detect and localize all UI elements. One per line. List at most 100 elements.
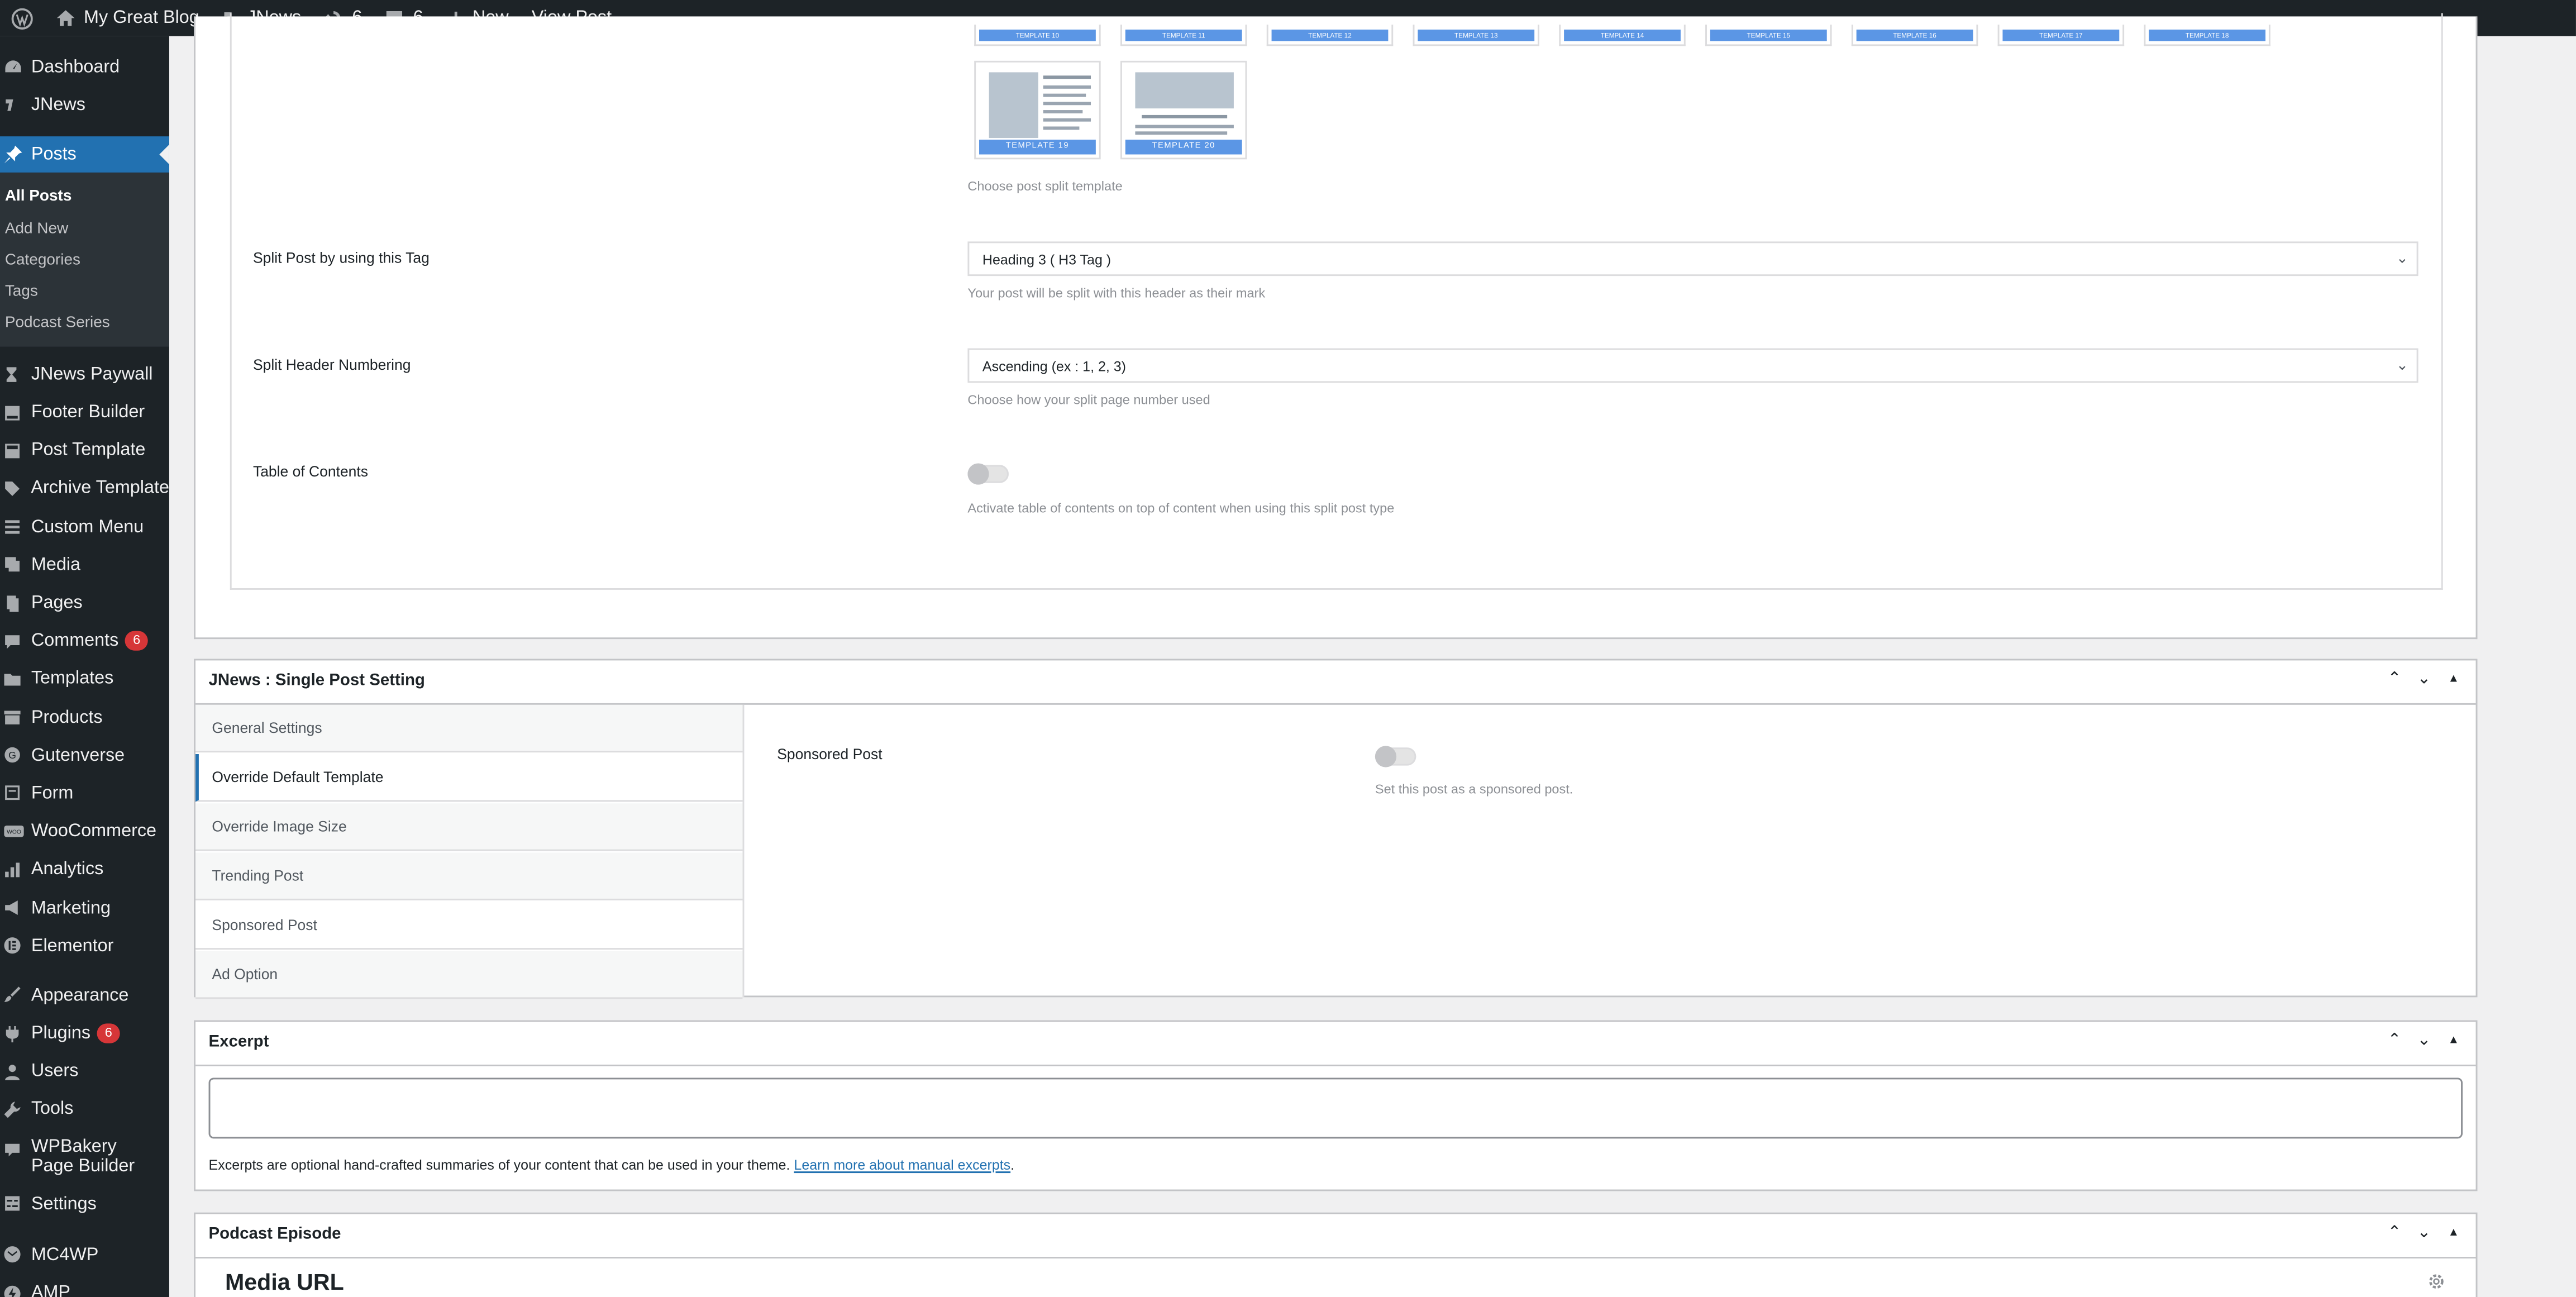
collapse-toggle-icon[interactable]: ▲ bbox=[2445, 674, 2463, 685]
menu-item-pages[interactable]: Pages bbox=[0, 584, 169, 622]
menu-label: Comments bbox=[31, 631, 119, 651]
wordpress-logo-button[interactable] bbox=[0, 0, 44, 36]
archive-icon bbox=[0, 698, 31, 736]
template-strip-option[interactable]: TEMPLATE 13 bbox=[1413, 25, 1539, 46]
menu-item-mc4wp[interactable]: MC4WP bbox=[0, 1236, 169, 1274]
template-label: TEMPLATE 17 bbox=[2002, 29, 2120, 41]
excerpt-textarea[interactable] bbox=[208, 1077, 2463, 1139]
jnews-icon bbox=[0, 86, 31, 124]
single-post-setting-box: JNews : Single Post Setting ⌃ ⌄ ▲ Genera… bbox=[194, 659, 2478, 999]
menu-item-jnews[interactable]: JNews bbox=[0, 85, 169, 123]
submenu-all-posts[interactable]: All Posts bbox=[0, 182, 169, 213]
template-19-option[interactable]: TEMPLATE 19 bbox=[974, 60, 1101, 160]
tab-trending-post[interactable]: Trending Post bbox=[195, 852, 743, 900]
move-up-icon[interactable]: ⌃ bbox=[2386, 670, 2403, 688]
gutenverse-icon: G bbox=[0, 737, 31, 775]
menu-label: Users bbox=[31, 1061, 79, 1082]
submenu-tags[interactable]: Tags bbox=[0, 276, 169, 307]
menu-item-wpbakery[interactable]: WPBakery Page Builder bbox=[0, 1129, 169, 1185]
menu-label: Plugins bbox=[31, 1023, 91, 1044]
move-up-icon[interactable]: ⌃ bbox=[2386, 1032, 2403, 1050]
amp-icon bbox=[0, 1274, 31, 1297]
menu-item-media[interactable]: Media bbox=[0, 546, 169, 584]
menu-item-analytics[interactable]: Analytics bbox=[0, 851, 169, 889]
template-strip-option[interactable]: TEMPLATE 10 bbox=[974, 25, 1101, 46]
wpbakery-icon bbox=[0, 1137, 31, 1160]
numbering-description: Choose how your split page number used bbox=[967, 392, 1210, 408]
template-strip-option[interactable]: TEMPLATE 17 bbox=[1997, 25, 2125, 46]
megaphone-icon bbox=[0, 889, 31, 927]
split-tag-select[interactable]: Heading 3 ( H3 Tag ) ⌄ bbox=[967, 241, 2418, 276]
menu-item-marketing[interactable]: Marketing bbox=[0, 889, 169, 927]
template-label: TEMPLATE 12 bbox=[1271, 29, 1389, 41]
numbering-select[interactable]: Ascending (ex : 1, 2, 3) ⌄ bbox=[967, 348, 2418, 383]
pages-icon bbox=[0, 584, 31, 622]
tab-override-default-template[interactable]: Override Default Template bbox=[195, 754, 743, 802]
menu-item-woocommerce[interactable]: WOO WooCommerce bbox=[0, 813, 169, 851]
menu-label: Custom Menu bbox=[31, 517, 144, 537]
template-strip-option[interactable]: TEMPLATE 15 bbox=[1705, 25, 1832, 46]
menu-item-archive-template[interactable]: Archive Template bbox=[0, 470, 169, 508]
tab-general-settings[interactable]: General Settings bbox=[195, 704, 743, 753]
move-up-icon[interactable]: ⌃ bbox=[2386, 1224, 2403, 1242]
hourglass-icon bbox=[0, 356, 31, 394]
submenu-add-new[interactable]: Add New bbox=[0, 213, 169, 244]
menu-item-dashboard[interactable]: Dashboard bbox=[0, 47, 169, 85]
menu-item-comments[interactable]: Comments 6 bbox=[0, 622, 169, 660]
tab-override-image-size[interactable]: Override Image Size bbox=[195, 803, 743, 851]
gear-icon[interactable] bbox=[2426, 1270, 2446, 1297]
toggle-knob bbox=[967, 463, 989, 485]
menu-item-jnews-paywall[interactable]: JNews Paywall bbox=[0, 355, 169, 393]
menu-label: Pages bbox=[31, 593, 83, 613]
excerpt-help: Excerpts are optional hand-crafted summa… bbox=[209, 1157, 1015, 1173]
template-strip-option[interactable]: TEMPLATE 18 bbox=[2144, 25, 2270, 46]
excerpt-box: Excerpt ⌃ ⌄ ▲ Excerpts are optional hand… bbox=[194, 1020, 2478, 1191]
template-strip-option[interactable]: TEMPLATE 12 bbox=[1266, 25, 1394, 46]
excerpt-learn-more-link[interactable]: Learn more about manual excerpts bbox=[794, 1157, 1010, 1173]
site-name: My Great Blog bbox=[84, 8, 199, 28]
media-icon bbox=[0, 546, 31, 584]
posts-submenu: All Posts Add New Categories Tags Podcas… bbox=[0, 173, 169, 347]
menu-item-products[interactable]: Products bbox=[0, 698, 169, 736]
toc-toggle[interactable] bbox=[967, 463, 1009, 485]
submenu-podcast-series[interactable]: Podcast Series bbox=[0, 307, 169, 338]
template-20-option[interactable]: TEMPLATE 20 bbox=[1120, 60, 1247, 160]
template-strip-option[interactable]: TEMPLATE 11 bbox=[1120, 25, 1247, 46]
menu-item-tools[interactable]: Tools bbox=[0, 1091, 169, 1129]
move-down-icon[interactable]: ⌄ bbox=[2415, 1224, 2433, 1242]
template-strip-option[interactable]: TEMPLATE 14 bbox=[1559, 25, 1686, 46]
template-label: TEMPLATE 11 bbox=[1125, 29, 1242, 41]
menu-item-settings[interactable]: Settings bbox=[0, 1185, 169, 1223]
menu-item-amp[interactable]: AMP bbox=[0, 1274, 169, 1297]
submenu-categories[interactable]: Categories bbox=[0, 245, 169, 276]
toc-label: Table of Contents bbox=[252, 463, 368, 480]
menu-label: Footer Builder bbox=[31, 402, 145, 423]
sponsored-post-toggle[interactable] bbox=[1375, 746, 1416, 767]
menu-item-form[interactable]: Form bbox=[0, 774, 169, 812]
box-controls: ⌃ ⌄ ▲ bbox=[2386, 1224, 2463, 1242]
menu-item-post-template[interactable]: Post Template bbox=[0, 432, 169, 470]
menu-item-elementor[interactable]: Elementor bbox=[0, 927, 169, 965]
tab-ad-option[interactable]: Ad Option bbox=[195, 951, 743, 999]
move-down-icon[interactable]: ⌄ bbox=[2415, 670, 2433, 688]
collapse-toggle-icon[interactable]: ▲ bbox=[2445, 1035, 2463, 1047]
move-down-icon[interactable]: ⌄ bbox=[2415, 1032, 2433, 1050]
template-strip-option[interactable]: TEMPLATE 16 bbox=[1851, 25, 1978, 46]
divider bbox=[195, 1064, 2476, 1066]
menu-item-templates[interactable]: Templates bbox=[0, 660, 169, 698]
menu-item-posts[interactable]: Posts bbox=[0, 137, 169, 173]
collapse-toggle-icon[interactable]: ▲ bbox=[2445, 1227, 2463, 1239]
menu-label: Gutenverse bbox=[31, 745, 125, 766]
menu-item-footer-builder[interactable]: Footer Builder bbox=[0, 393, 169, 431]
menu-item-users[interactable]: Users bbox=[0, 1052, 169, 1090]
template-label: TEMPLATE 16 bbox=[1856, 29, 1973, 41]
menu-item-custom-menu[interactable]: Custom Menu bbox=[0, 508, 169, 546]
tab-sponsored-post[interactable]: Sponsored Post bbox=[195, 902, 743, 950]
menu-item-gutenverse[interactable]: G Gutenverse bbox=[0, 736, 169, 774]
site-name-link[interactable]: My Great Blog bbox=[44, 0, 211, 36]
chevron-down-icon: ⌄ bbox=[2396, 356, 2408, 373]
media-url-heading: Media URL bbox=[225, 1268, 344, 1295]
comments-badge: 6 bbox=[125, 631, 149, 651]
menu-item-plugins[interactable]: Plugins 6 bbox=[0, 1014, 169, 1052]
menu-item-appearance[interactable]: Appearance bbox=[0, 976, 169, 1014]
